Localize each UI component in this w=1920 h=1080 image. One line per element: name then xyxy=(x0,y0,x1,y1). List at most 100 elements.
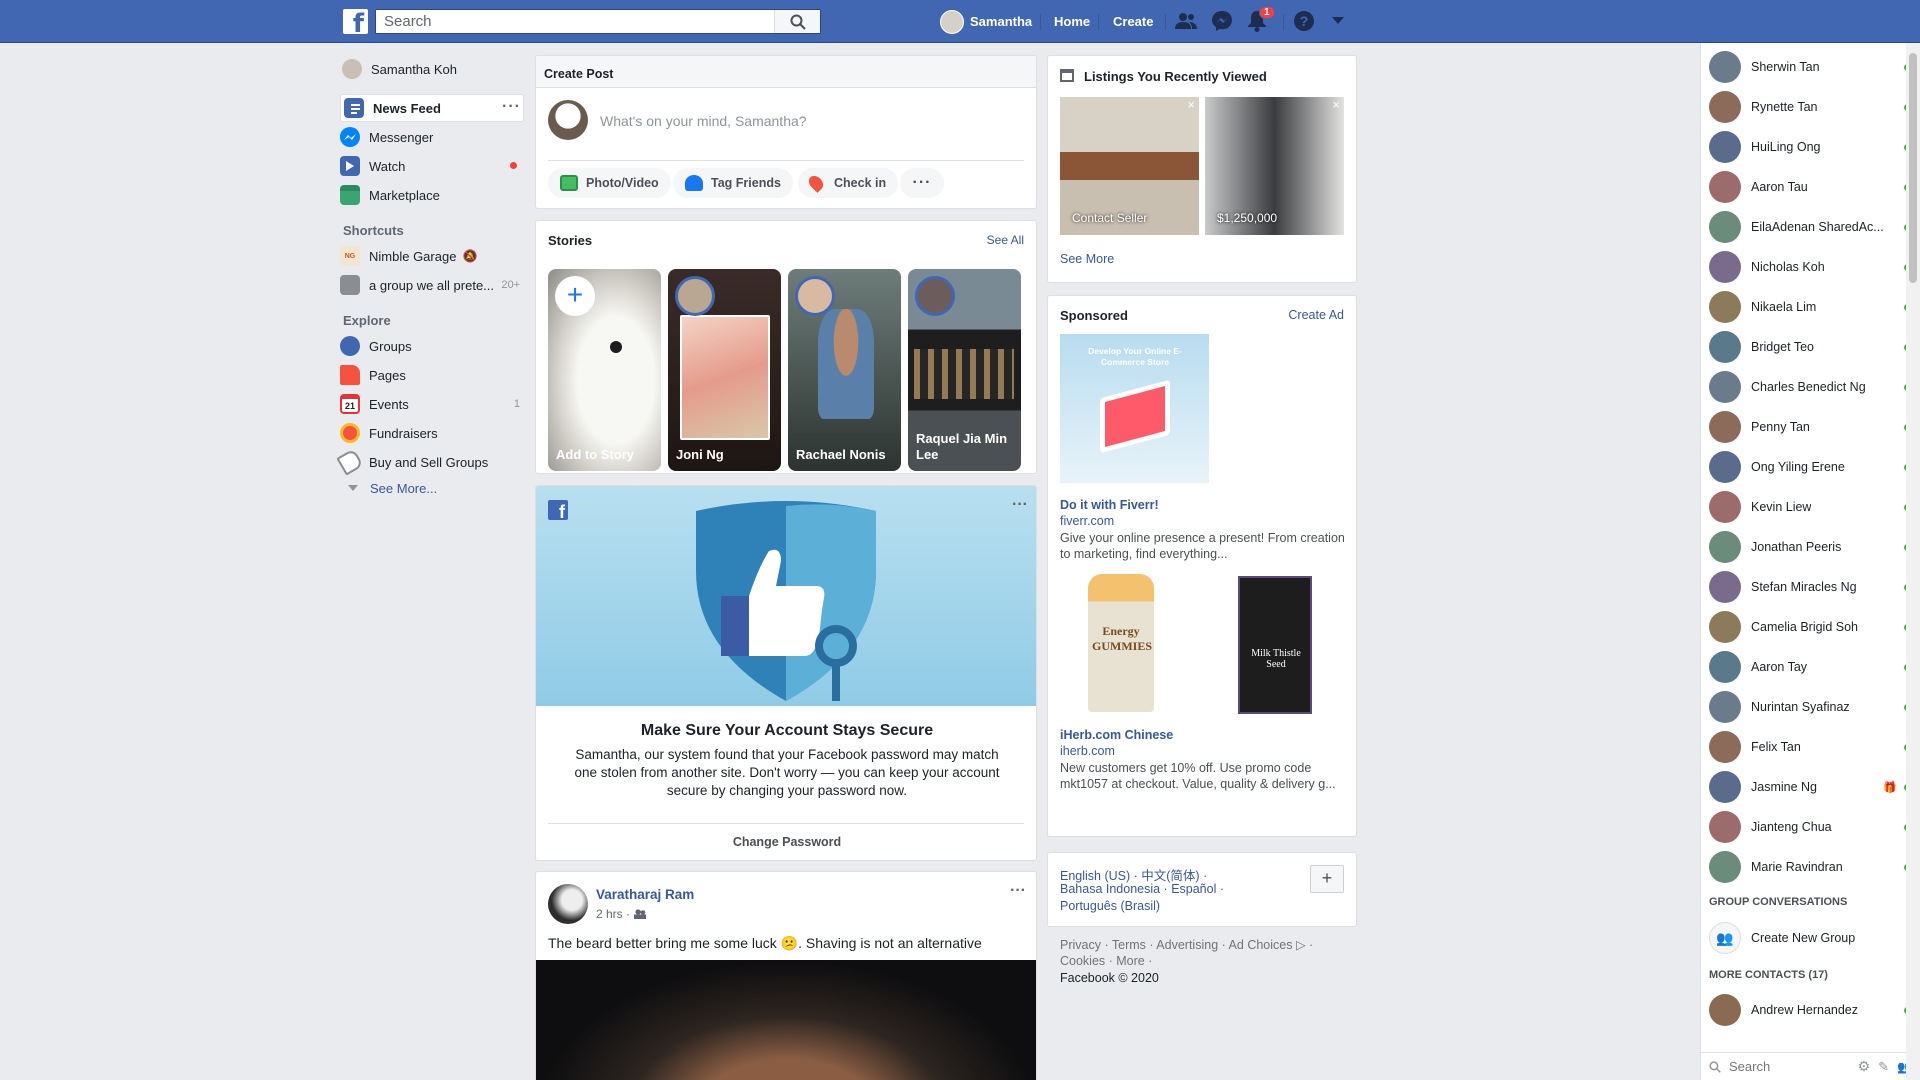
messenger-icon[interactable] xyxy=(1210,9,1234,33)
profile-link[interactable]: Samantha xyxy=(940,0,1032,43)
chat-contact[interactable]: HuiLing Ong xyxy=(1709,127,1911,167)
ad-product-image[interactable]: Milk Thistle Seed xyxy=(1238,576,1312,714)
see-all-link[interactable]: See All xyxy=(987,233,1024,247)
chat-contact[interactable]: EilaAdenan SharedAc... xyxy=(1709,207,1911,247)
close-icon[interactable]: × xyxy=(1187,97,1195,112)
sidebar-item-events[interactable]: 21 Events 1 xyxy=(340,390,520,418)
facebook-logo-icon[interactable]: f xyxy=(343,9,368,34)
see-more-link[interactable]: See More... xyxy=(348,474,437,502)
create-new-group-button[interactable]: 👥 Create New Group xyxy=(1709,918,1909,958)
language-line[interactable]: Português (Brasil) xyxy=(1060,899,1160,913)
sidebar-item-news-feed-row[interactable]: News Feed xyxy=(344,94,441,122)
gear-icon[interactable]: ⚙ xyxy=(1858,1058,1871,1075)
ad-product-image[interactable]: Energy GUMMIES xyxy=(1088,574,1154,712)
chat-contact[interactable]: Charles Benedict Ng xyxy=(1709,367,1911,407)
create-link[interactable]: Create xyxy=(1113,0,1153,43)
sidebar-profile-link[interactable]: Samantha Koh xyxy=(342,55,457,83)
chat-contact[interactable]: Nicholas Koh xyxy=(1709,247,1911,287)
tag-friends-button[interactable]: Tag Friends xyxy=(673,168,793,198)
more-options-icon[interactable]: ··· xyxy=(502,99,521,115)
chat-contact[interactable]: Penny Tan xyxy=(1709,407,1911,447)
help-icon[interactable]: ? xyxy=(1292,9,1316,33)
close-icon[interactable]: × xyxy=(1332,97,1340,112)
search-button[interactable] xyxy=(774,10,820,33)
fundraisers-icon xyxy=(340,423,360,443)
chat-contact[interactable]: Jonathan Peeris xyxy=(1709,527,1911,567)
more-options-icon[interactable]: ··· xyxy=(1010,883,1026,899)
search-box xyxy=(375,9,821,34)
footer-links[interactable]: Privacy · Terms · Advertising · Ad Choic… xyxy=(1060,937,1313,952)
ad-image[interactable]: Develop Your Online E-Commerce Store xyxy=(1060,334,1209,483)
ad-domain[interactable]: fiverr.com xyxy=(1060,514,1114,528)
account-menu-chevron-down-icon[interactable] xyxy=(1326,9,1350,33)
post-composer-input[interactable]: What's on your mind, Samantha? xyxy=(600,113,1020,129)
check-in-button[interactable]: Check in xyxy=(798,168,899,198)
marketplace-icon xyxy=(340,185,360,205)
chat-contact[interactable]: Stefan Miracles Ng xyxy=(1709,567,1911,607)
contact-name: HuiLing Ong xyxy=(1751,140,1821,154)
ad-domain[interactable]: iherb.com xyxy=(1060,744,1115,758)
search-input[interactable] xyxy=(376,10,776,33)
scrollbar[interactable] xyxy=(1906,43,1920,1080)
chat-contact[interactable]: Rynette Tan xyxy=(1709,87,1911,127)
language-line[interactable]: Bahasa Indonesia · Español · xyxy=(1060,882,1224,896)
chat-contact[interactable]: Aaron Tau xyxy=(1709,167,1911,207)
more-options-icon[interactable]: ··· xyxy=(900,168,944,198)
divider xyxy=(1098,14,1099,30)
chat-contact[interactable]: Kevin Liew xyxy=(1709,487,1911,527)
sidebar-item-fundraisers[interactable]: Fundraisers xyxy=(340,419,438,447)
muted-icon: 🔕 xyxy=(462,249,478,263)
sidebar-item-watch[interactable]: Watch xyxy=(340,152,405,180)
ad-title[interactable]: Do it with Fiverr! xyxy=(1060,498,1159,512)
chat-contact[interactable]: Camelia Brigid Soh xyxy=(1709,607,1911,647)
sidebar-item-label: Fundraisers xyxy=(369,425,438,441)
chat-contact[interactable]: Andrew Hernandez xyxy=(1709,990,1911,1030)
scrollbar-thumb[interactable] xyxy=(1909,53,1917,283)
search-icon xyxy=(790,14,806,30)
contact-name: Nikaela Lim xyxy=(1751,300,1817,314)
post-photo[interactable] xyxy=(536,960,1036,1080)
sidebar-item-messenger[interactable]: Messenger xyxy=(340,123,433,151)
chat-contact[interactable]: Nikaela Lim xyxy=(1709,287,1911,327)
change-password-button[interactable]: Change Password xyxy=(536,835,1036,849)
chat-contact[interactable]: Sherwin Tan xyxy=(1709,47,1911,87)
chat-contact[interactable]: Marie Ravindran xyxy=(1709,847,1911,887)
chat-contact[interactable]: Felix Tan xyxy=(1709,727,1911,767)
add-language-button[interactable]: + xyxy=(1310,865,1344,893)
shortcut-group[interactable]: a group we all prete... 20+ xyxy=(340,271,520,299)
story-add[interactable]: + Add to Story xyxy=(548,269,661,471)
listing-item[interactable]: × $1,250,000 xyxy=(1205,97,1344,235)
listings-see-more-link[interactable]: See More xyxy=(1060,252,1114,266)
avatar[interactable] xyxy=(548,884,588,924)
listing-item[interactable]: × Contact Seller xyxy=(1060,97,1199,235)
home-link[interactable]: Home xyxy=(1054,0,1090,43)
post-author[interactable]: Varatharaj Ram xyxy=(596,887,694,902)
chat-contact[interactable]: Aaron Tay xyxy=(1709,647,1911,687)
post-timestamp[interactable]: 2 hrs · xyxy=(596,907,630,921)
notifications-icon[interactable]: 1 xyxy=(1245,6,1275,33)
chat-contact[interactable]: Bridget Teo xyxy=(1709,327,1911,367)
more-options-icon[interactable]: ··· xyxy=(1012,497,1028,513)
chat-search-input[interactable] xyxy=(1729,1059,1839,1074)
new-message-icon[interactable]: ✎ xyxy=(1878,1059,1889,1075)
chat-contact[interactable]: Nurintan Syafinaz xyxy=(1709,687,1911,727)
sidebar-item-buy-sell-groups[interactable]: Buy and Sell Groups xyxy=(336,448,488,476)
shortcut-nimble-garage[interactable]: NG Nimble Garage 🔕 xyxy=(340,242,477,270)
ad-title[interactable]: iHerb.com Chinese xyxy=(1060,728,1173,742)
story-rachael-nonis[interactable]: Rachael Nonis xyxy=(788,269,901,471)
story-raquel-jia-min-lee[interactable]: Raquel Jia Min Lee xyxy=(908,269,1021,471)
contact-name: Felix Tan xyxy=(1751,740,1801,754)
chat-contact[interactable]: Jasmine Ng 🎁 xyxy=(1709,767,1911,807)
chat-contact[interactable]: Ong Yiling Erene xyxy=(1709,447,1911,487)
story-joni-ng[interactable]: Joni Ng xyxy=(668,269,781,471)
sidebar-item-groups[interactable]: Groups xyxy=(340,332,412,360)
sidebar-item-pages[interactable]: Pages xyxy=(340,361,406,389)
contact-name: Kevin Liew xyxy=(1751,500,1812,514)
avatar xyxy=(1709,771,1741,803)
photo-video-button[interactable]: Photo/Video xyxy=(548,168,671,198)
chat-contact[interactable]: Jianteng Chua xyxy=(1709,807,1911,847)
footer-links[interactable]: Cookies · More · xyxy=(1060,954,1152,968)
create-ad-link[interactable]: Create Ad xyxy=(1288,308,1344,322)
friend-requests-icon[interactable] xyxy=(1174,9,1198,33)
sidebar-item-marketplace[interactable]: Marketplace xyxy=(340,181,440,209)
